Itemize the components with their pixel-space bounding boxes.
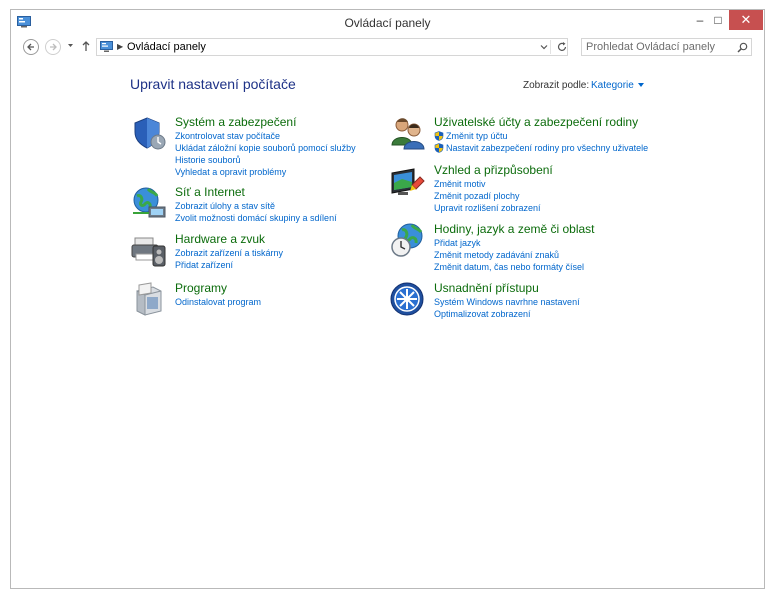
view-by-label: Zobrazit podle: xyxy=(523,80,590,91)
category-system-security: Systém a zabezpečení Zkontrolovat stav p… xyxy=(131,115,381,178)
task-link[interactable]: Přidat zařízení xyxy=(175,259,283,271)
uac-shield-icon xyxy=(434,131,444,141)
printer-speaker-icon[interactable] xyxy=(131,232,167,268)
search-icon[interactable] xyxy=(737,42,748,53)
category-links: Přidat jazyk Změnit metody zadávání znak… xyxy=(434,237,584,273)
task-link[interactable]: Změnit typ účtu xyxy=(434,130,648,142)
task-link[interactable]: Zobrazit zařízení a tiskárny xyxy=(175,247,283,259)
category-appearance: Vzhled a přizpůsobení Změnit motiv Změni… xyxy=(390,163,690,218)
task-link[interactable]: Přidat jazyk xyxy=(434,237,584,249)
view-by-value: Kategorie xyxy=(591,80,634,91)
task-link[interactable]: Odinstalovat program xyxy=(175,296,261,308)
uac-shield-icon xyxy=(434,143,444,153)
maximize-button[interactable]: □ xyxy=(705,10,731,30)
breadcrumb[interactable]: Ovládací panely xyxy=(127,41,206,53)
task-link[interactable]: Zvolit možnosti domácí skupiny a sdílení xyxy=(175,212,337,224)
task-link[interactable]: Ukládat záložní kopie souborů pomocí slu… xyxy=(175,142,356,154)
task-link[interactable]: Nastavit zabezpečení rodiny pro všechny … xyxy=(434,142,648,154)
search-input[interactable] xyxy=(582,39,732,55)
category-links: Zkontrolovat stav počítače Ukládat zálož… xyxy=(175,130,356,178)
navigation-bar: ▶ Ovládací panely xyxy=(11,37,764,57)
category-links: Zobrazit zařízení a tiskárny Přidat zaří… xyxy=(175,247,283,271)
category-links: Změnit typ účtu Nastavit zabezpečení rod… xyxy=(434,130,648,154)
task-link-label: Změnit typ účtu xyxy=(446,131,508,141)
task-link[interactable]: Historie souborů xyxy=(175,154,356,166)
control-panel-window: Ovládací panely – □ ✕ ▶ Ovládací panely … xyxy=(10,9,765,589)
users-icon[interactable] xyxy=(390,115,426,151)
task-link[interactable]: Změnit datum, čas nebo formáty čísel xyxy=(434,261,584,273)
security-shield-icon[interactable] xyxy=(131,115,167,151)
category-network-internet: Síť a Internet Zobrazit úlohy a stav sít… xyxy=(131,185,381,225)
view-by-dropdown[interactable]: Kategorie xyxy=(591,80,644,91)
category-title[interactable]: Síť a Internet xyxy=(175,185,245,199)
refresh-icon[interactable] xyxy=(556,41,568,53)
task-link[interactable]: Upravit rozlišení zobrazení xyxy=(434,202,541,214)
category-links: Odinstalovat program xyxy=(175,296,261,308)
category-user-accounts: Uživatelské účty a zabezpečení rodiny Zm… xyxy=(390,115,690,165)
arrow-left-icon xyxy=(27,43,34,51)
arrow-right-icon xyxy=(50,43,57,51)
task-link[interactable]: Zkontrolovat stav počítače xyxy=(175,130,356,142)
address-divider xyxy=(550,40,551,54)
chevron-down-icon[interactable] xyxy=(540,43,548,51)
window-title: Ovládací panely xyxy=(344,16,431,30)
back-button[interactable] xyxy=(23,39,39,55)
recent-locations-chevron-icon[interactable] xyxy=(67,42,74,49)
task-link[interactable]: Změnit motiv xyxy=(434,178,541,190)
programs-box-icon[interactable] xyxy=(131,281,167,317)
category-links: Zobrazit úlohy a stav sítě Zvolit možnos… xyxy=(175,200,337,224)
category-title[interactable]: Uživatelské účty a zabezpečení rodiny xyxy=(434,115,638,129)
task-link-label: Nastavit zabezpečení rodiny pro všechny … xyxy=(446,143,649,153)
control-panel-icon xyxy=(100,41,113,52)
search-box[interactable] xyxy=(581,38,752,56)
category-title[interactable]: Usnadnění přístupu xyxy=(434,281,539,295)
breadcrumb-separator: ▶ xyxy=(117,42,124,51)
page-title: Upravit nastavení počítače xyxy=(130,76,296,92)
task-link[interactable]: Změnit metody zadávání znaků xyxy=(434,249,584,261)
forward-button[interactable] xyxy=(45,39,61,55)
task-link[interactable]: Zobrazit úlohy a stav sítě xyxy=(175,200,337,212)
category-programs: Programy Odinstalovat program xyxy=(131,281,381,321)
clock-globe-icon[interactable] xyxy=(390,222,426,258)
task-link[interactable]: Optimalizovat zobrazení xyxy=(434,308,580,320)
task-link[interactable]: Změnit pozadí plochy xyxy=(434,190,541,202)
category-title[interactable]: Hodiny, jazyk a země či oblast xyxy=(434,222,595,236)
close-button[interactable]: ✕ xyxy=(729,10,763,30)
network-globe-icon[interactable] xyxy=(131,185,167,221)
appearance-monitor-icon[interactable] xyxy=(390,163,426,199)
title-bar: Ovládací panely – □ ✕ xyxy=(11,10,764,36)
category-hardware-sound: Hardware a zvuk Zobrazit zařízení a tisk… xyxy=(131,232,381,272)
category-links: Změnit motiv Změnit pozadí plochy Upravi… xyxy=(434,178,541,214)
category-ease-of-access: Usnadnění přístupu Systém Windows navrhn… xyxy=(390,281,690,326)
address-bar[interactable]: ▶ Ovládací panely xyxy=(96,38,568,56)
ease-of-access-icon[interactable] xyxy=(390,281,426,317)
arrow-up-icon[interactable] xyxy=(81,39,91,53)
category-clock-language-region: Hodiny, jazyk a země či oblast Přidat ja… xyxy=(390,222,690,277)
chevron-down-icon xyxy=(637,83,644,88)
category-links: Systém Windows navrhne nastavení Optimal… xyxy=(434,296,580,320)
category-title[interactable]: Vzhled a přizpůsobení xyxy=(434,163,553,177)
category-title[interactable]: Systém a zabezpečení xyxy=(175,115,296,129)
category-title[interactable]: Programy xyxy=(175,281,227,295)
category-title[interactable]: Hardware a zvuk xyxy=(175,232,265,246)
task-link[interactable]: Vyhledat a opravit problémy xyxy=(175,166,356,178)
task-link[interactable]: Systém Windows navrhne nastavení xyxy=(434,296,580,308)
